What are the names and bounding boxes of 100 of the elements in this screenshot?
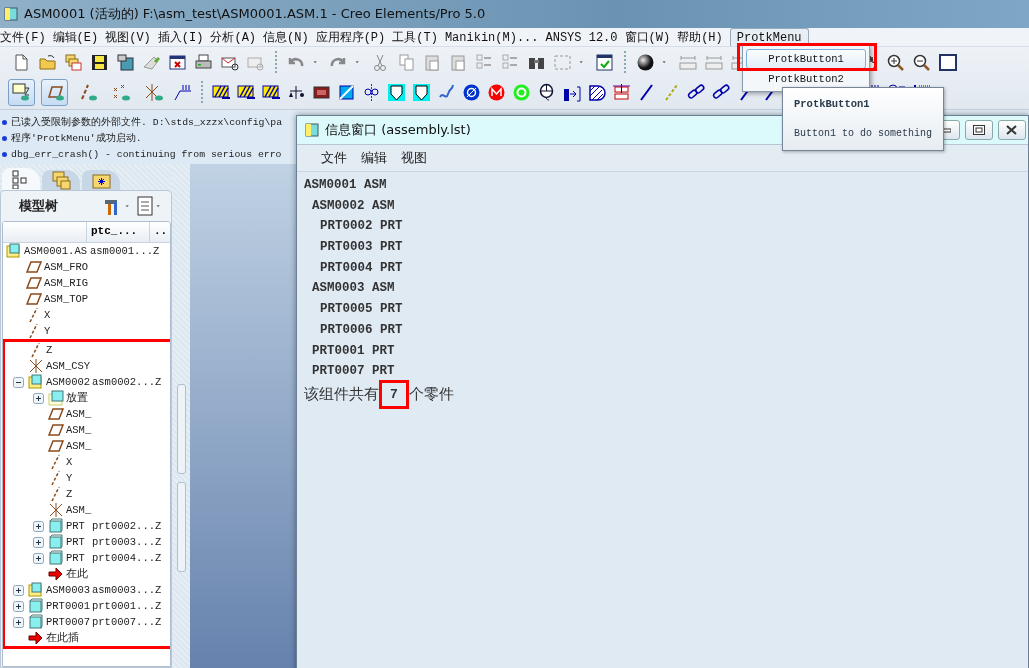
stacked-bars-icon[interactable]	[612, 82, 631, 102]
datum-plane-icon	[48, 438, 64, 454]
navigator-tab[interactable]	[82, 170, 120, 190]
tree-item[interactable]: 放置	[66, 391, 88, 405]
menu-item[interactable]: Manikin(M)...	[444, 28, 539, 46]
tree-item[interactable]: PRT	[66, 536, 85, 548]
menu-item[interactable]: 插入(I)	[157, 28, 204, 46]
table-cell-text: Z	[155, 376, 163, 388]
maximize-icon	[973, 125, 985, 135]
list-line: PRT0005 PRT	[319, 301, 404, 319]
menu-item[interactable]: 信息(N)	[263, 28, 309, 46]
tree-item[interactable]: ASM_CSY	[46, 360, 91, 372]
menu-item[interactable]: ProtkMenu	[729, 28, 809, 46]
slash-icon[interactable]	[637, 82, 656, 102]
page-icon[interactable]	[12, 52, 31, 72]
expand-toggle-icon[interactable]	[12, 600, 24, 612]
menu-item[interactable]: 视图(V)	[105, 28, 151, 46]
menu-item[interactable]: 应用程序(P)	[315, 28, 386, 46]
tree-item[interactable]: Z	[66, 488, 73, 500]
expand-toggle-icon[interactable]	[32, 392, 44, 404]
slashed-disc-icon[interactable]	[462, 82, 481, 102]
message-line: 程序'ProtkMenu'成功启动.	[11, 131, 142, 145]
tree-item[interactable]: 在此	[66, 567, 88, 581]
list-line: PRT0002 PRT	[319, 218, 404, 236]
tree-item[interactable]: ASM_	[66, 440, 92, 452]
target-cross-icon[interactable]	[362, 82, 381, 102]
stacked-folders-icon[interactable]	[64, 52, 83, 72]
menu-item[interactable]: 文件(F)	[0, 28, 46, 46]
expand-toggle-icon[interactable]	[32, 520, 44, 532]
window-frame-icon[interactable]	[938, 52, 957, 72]
mouse-icon[interactable]	[537, 82, 556, 102]
tooltip-title: ProtkButton1	[794, 98, 871, 110]
list-line: ASM0003 ASM	[311, 280, 396, 298]
striped-panel-icon[interactable]	[262, 82, 281, 102]
split-square-icon[interactable]	[337, 82, 356, 102]
tree-item[interactable]: X	[44, 309, 51, 321]
message-line: dbg_err_crash() - continuing from serious erro	[11, 148, 282, 160]
tree-item[interactable]: ASM_	[66, 408, 92, 420]
tree-item[interactable]: ASM_RIG	[44, 277, 89, 289]
plane-eye-icon[interactable]	[41, 78, 68, 106]
splitter-handle[interactable]	[176, 384, 186, 474]
cup-shape-icon[interactable]	[412, 82, 431, 102]
tree-item[interactable]: PRT	[66, 520, 85, 532]
close-button[interactable]	[998, 120, 1026, 140]
tree-item[interactable]: ASM_TOP	[44, 293, 89, 305]
splitter-handle[interactable]	[176, 482, 186, 572]
expand-toggle-icon[interactable]	[12, 584, 24, 596]
menu-item[interactable]: 编辑	[361, 149, 387, 167]
zoom-out-icon[interactable]	[912, 52, 931, 72]
printer-icon[interactable]	[194, 52, 213, 72]
menu-item[interactable]: 文件	[321, 149, 347, 167]
tree-item[interactable]: ASM_FRO	[44, 261, 89, 273]
menu-item[interactable]: 分析(A)	[210, 28, 257, 46]
plane-tag-eye-icon[interactable]	[8, 78, 35, 106]
menu-item[interactable]: ProtkButton1	[746, 49, 866, 69]
menu-item[interactable]: 帮助(H)	[677, 28, 723, 46]
folder-icon[interactable]	[38, 52, 57, 72]
tree-item[interactable]: ASM0003	[46, 584, 91, 596]
tree-item[interactable]: ASM_	[66, 424, 92, 436]
letter-disc-icon[interactable]	[487, 82, 506, 102]
tree-item[interactable]: Y	[44, 325, 51, 337]
tree-item[interactable]: X	[66, 456, 73, 468]
window-check-icon[interactable]	[595, 52, 614, 72]
tree-item[interactable]: Z	[46, 344, 53, 356]
chain-icon[interactable]	[712, 82, 731, 102]
menu-item[interactable]: 窗口(W)	[624, 28, 671, 46]
menu-item[interactable]: ProtkButton2	[746, 69, 866, 89]
clipboard-icon[interactable]	[423, 52, 442, 72]
menu-item[interactable]: 视图	[401, 149, 427, 167]
tree-item[interactable]: PRT	[66, 552, 85, 564]
cup-shape-icon[interactable]	[387, 82, 406, 102]
zoom-in-icon[interactable]	[886, 52, 905, 72]
sphere-icon[interactable]	[636, 52, 655, 72]
maximize-button[interactable]	[965, 120, 993, 140]
window-close-icon[interactable]	[168, 52, 187, 72]
menu-item[interactable]: 编辑(E)	[52, 28, 99, 46]
tree-item[interactable]: Y	[66, 472, 73, 484]
assembly-icon	[28, 582, 44, 598]
column-header[interactable]: ptc_...	[87, 222, 150, 242]
tree-item[interactable]: ASM0001.AS	[24, 245, 87, 257]
striped-panel-icon[interactable]	[212, 82, 231, 102]
hatched-square-icon[interactable]	[587, 82, 606, 102]
floppy-stack-icon[interactable]	[116, 52, 135, 72]
tree-item[interactable]: PRT0001	[46, 600, 91, 612]
tolerance-mark-icon[interactable]	[173, 82, 192, 102]
collapse-toggle-icon[interactable]	[12, 376, 24, 388]
list-settings-icon[interactable]	[136, 196, 154, 216]
clipboard-icon[interactable]	[449, 52, 468, 72]
chain-icon[interactable]	[687, 82, 706, 102]
menu-item[interactable]: ANSYS 12.0	[545, 28, 618, 46]
datum-plane-icon	[48, 406, 64, 422]
expand-toggle-icon[interactable]	[12, 616, 24, 628]
tree-item[interactable]: PRT0007	[46, 616, 91, 628]
striped-panel-icon[interactable]	[237, 82, 256, 102]
tree-item[interactable]: 在此插	[46, 631, 79, 645]
expand-toggle-icon[interactable]	[32, 552, 44, 564]
tree-item[interactable]: ASM0002	[46, 376, 91, 388]
expand-toggle-icon[interactable]	[32, 536, 44, 548]
menu-item[interactable]: 工具(T)	[392, 28, 438, 46]
tree-item[interactable]: ASM_	[66, 504, 92, 516]
